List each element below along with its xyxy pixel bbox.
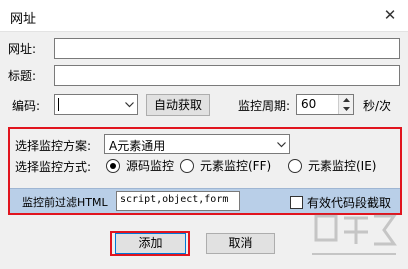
mode-option-source[interactable]: 源码监控 bbox=[106, 157, 174, 174]
title-bar: 网址 ✕ bbox=[0, 0, 408, 32]
mode-option-element-ie[interactable]: 元素监控(IE) bbox=[288, 157, 377, 174]
spinner-arrows[interactable] bbox=[338, 95, 353, 114]
spin-down-icon[interactable] bbox=[339, 104, 353, 113]
radio-icon[interactable] bbox=[288, 158, 302, 173]
radio-icon[interactable] bbox=[180, 158, 194, 173]
radio-selected-icon[interactable] bbox=[106, 158, 120, 173]
mode-label: 选择监控方式: bbox=[15, 160, 92, 174]
text-caret bbox=[58, 98, 59, 111]
scheme-value: A元素通用 bbox=[109, 139, 166, 153]
filter-label: 监控前过滤HTML bbox=[22, 196, 108, 209]
mode-option-label: 元素监控(FF) bbox=[200, 159, 272, 173]
encoding-label: 编码: bbox=[12, 99, 41, 113]
mode-option-element-ff[interactable]: 元素监控(FF) bbox=[180, 157, 271, 174]
chevron-down-icon[interactable] bbox=[273, 135, 289, 154]
url-label: 网址: bbox=[8, 42, 37, 56]
title-label: 标题: bbox=[8, 69, 37, 83]
auto-detect-button[interactable]: 自动获取 bbox=[146, 94, 210, 116]
title-input[interactable] bbox=[54, 65, 400, 86]
watermark-logo bbox=[308, 210, 400, 266]
valid-code-label: 有效代码段截取 bbox=[307, 196, 392, 210]
scheme-select[interactable]: A元素通用 bbox=[104, 134, 290, 154]
url-input[interactable] bbox=[54, 38, 400, 59]
valid-code-option[interactable]: 有效代码段截取 bbox=[290, 194, 391, 211]
close-icon: ✕ bbox=[383, 6, 397, 24]
add-button[interactable]: 添加 bbox=[115, 233, 186, 254]
encoding-select[interactable] bbox=[54, 94, 138, 115]
window-title: 网址 bbox=[10, 12, 37, 27]
chevron-down-icon[interactable] bbox=[121, 95, 137, 114]
filter-input[interactable]: script,object,form bbox=[116, 191, 240, 211]
checkbox-icon[interactable] bbox=[290, 196, 303, 209]
mode-option-label: 元素监控(IE) bbox=[308, 159, 377, 173]
close-button[interactable]: ✕ bbox=[378, 4, 402, 26]
interval-value: 60 bbox=[301, 97, 317, 111]
mode-option-label: 源码监控 bbox=[126, 159, 175, 173]
interval-unit: 秒/次 bbox=[363, 99, 392, 113]
scheme-label: 选择监控方案: bbox=[15, 139, 92, 153]
spin-up-icon[interactable] bbox=[339, 95, 353, 104]
cancel-button[interactable]: 取消 bbox=[206, 233, 275, 254]
interval-spinner[interactable]: 60 bbox=[296, 94, 354, 115]
interval-label: 监控周期: bbox=[238, 99, 291, 113]
